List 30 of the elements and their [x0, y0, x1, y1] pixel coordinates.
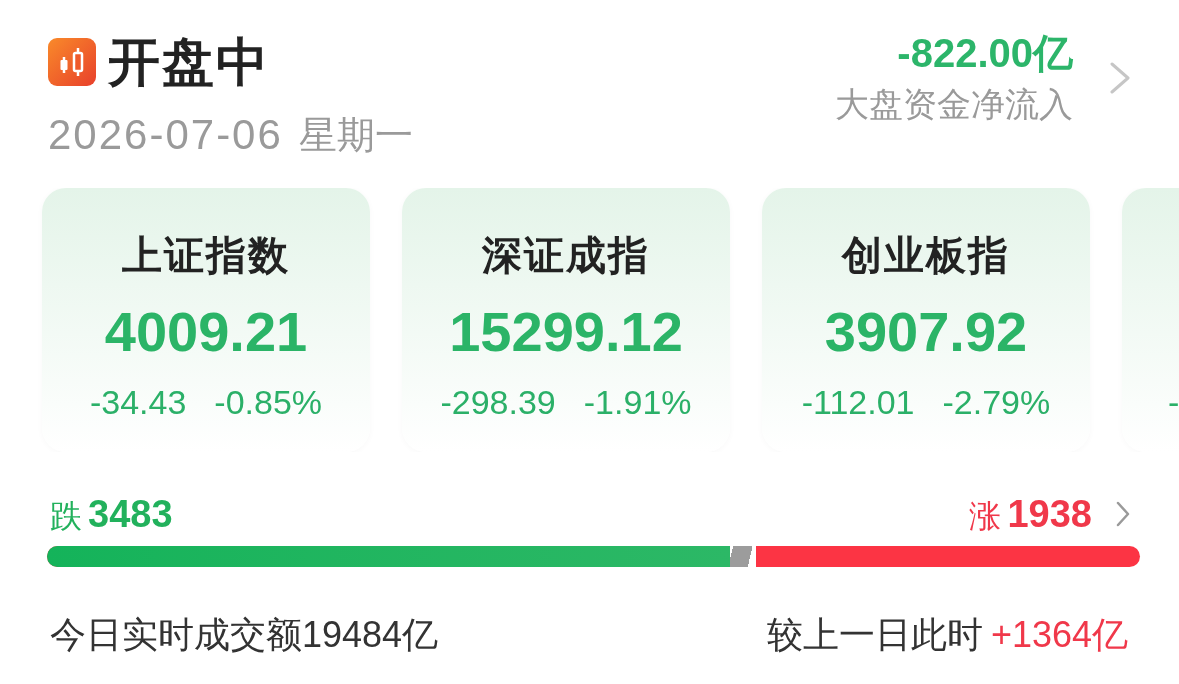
index-change: -298.39 — [440, 382, 556, 422]
decline-label: 跌 — [50, 500, 82, 532]
index-name: 深证成指 — [482, 232, 650, 279]
net-inflow-value: -822.00亿 — [897, 31, 1073, 75]
advance-count: 1938 — [1007, 495, 1092, 533]
net-inflow-label: 大盘资金净流入 — [835, 84, 1073, 124]
index-change: - — [1168, 382, 1179, 422]
date-text: 2026-07-06 — [48, 114, 283, 156]
index-name: 上证指数 — [122, 232, 290, 279]
advance-label: 涨 — [969, 500, 1002, 532]
compare-label: 较上一日此时 — [766, 617, 983, 653]
index-value: 4009.21 — [104, 299, 308, 365]
index-change: -112.01 — [801, 382, 915, 422]
decline-count: 3483 — [88, 495, 173, 533]
compare-value: +1364亿 — [990, 617, 1128, 653]
candlestick-icon — [48, 38, 96, 86]
index-name: 创业板指 — [842, 232, 1010, 279]
index-change: -34.43 — [89, 382, 187, 422]
turnover-value: 19484亿 — [302, 617, 439, 653]
index-change-percent: -0.85% — [214, 382, 323, 422]
flat-segment — [730, 546, 757, 567]
turnover-label: 今日实时成交额 — [50, 617, 302, 653]
index-change-percent: -2.79% — [942, 382, 1051, 422]
chevron-right-icon[interactable] — [1116, 501, 1130, 527]
weekday-text: 星期一 — [298, 116, 413, 154]
chevron-right-icon[interactable] — [1110, 61, 1130, 94]
index-value: 15299.12 — [449, 299, 683, 365]
index-change-percent: -1.91% — [583, 382, 692, 422]
index-value: 3907.92 — [824, 299, 1028, 365]
market-status-title: 开盘中 — [108, 36, 270, 88]
